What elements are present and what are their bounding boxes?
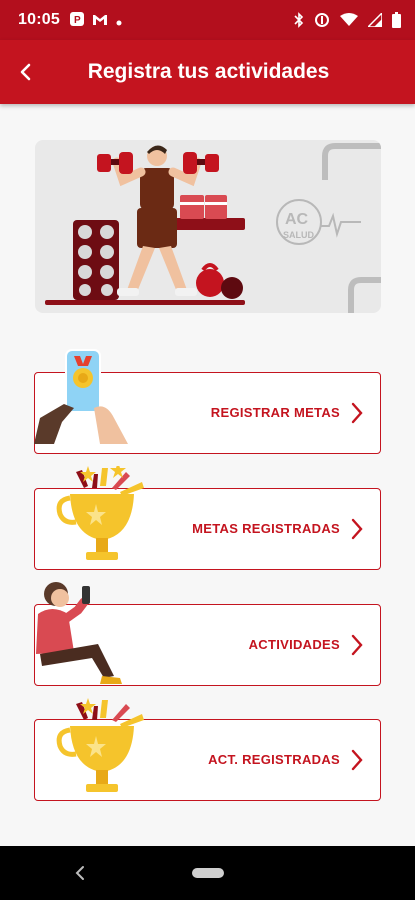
phone-medal-illustration — [34, 349, 128, 444]
system-nav-bar — [0, 846, 415, 900]
svg-text:P: P — [74, 15, 81, 26]
woman-phone-illustration — [36, 582, 122, 684]
chevron-right-icon — [351, 634, 363, 656]
signal-icon — [366, 11, 383, 32]
card-label: ACTIVIDADES — [248, 637, 340, 652]
trophy-illustration — [56, 698, 144, 792]
ac-salud-logo: AC SALUD — [276, 199, 361, 245]
wifi-icon — [340, 13, 358, 32]
chevron-right-icon — [351, 518, 363, 540]
data-saver-icon — [314, 12, 330, 33]
battery-icon — [392, 12, 401, 33]
nav-home-pill[interactable] — [192, 868, 224, 878]
svg-text:AC: AC — [285, 211, 309, 228]
gmail-icon — [92, 13, 108, 31]
card-label: METAS REGISTRADAS — [192, 521, 340, 536]
dot-icon — [116, 13, 122, 31]
bluetooth-icon — [294, 12, 304, 33]
status-right-icons — [294, 11, 401, 33]
chevron-right-icon — [351, 749, 363, 771]
corner-decoration-icon — [322, 143, 381, 180]
trophy-illustration — [56, 466, 144, 560]
hero-banner: AC SALUD — [35, 140, 381, 313]
corner-decoration-icon — [348, 277, 381, 313]
nav-back-icon[interactable] — [72, 864, 88, 882]
status-left-icons: P — [70, 12, 122, 31]
card-label: REGISTRAR METAS — [210, 405, 340, 420]
app-bar: Registra tus actividades — [0, 40, 415, 104]
svg-text:SALUD: SALUD — [283, 230, 314, 240]
status-time: 10:05 — [18, 11, 60, 28]
page-title: Registra tus actividades — [87, 60, 330, 83]
app-notification-icon: P — [70, 12, 84, 31]
status-bar: 10:05 P — [0, 0, 415, 40]
card-label: ACT. REGISTRADAS — [208, 752, 340, 767]
chevron-right-icon — [351, 402, 363, 424]
